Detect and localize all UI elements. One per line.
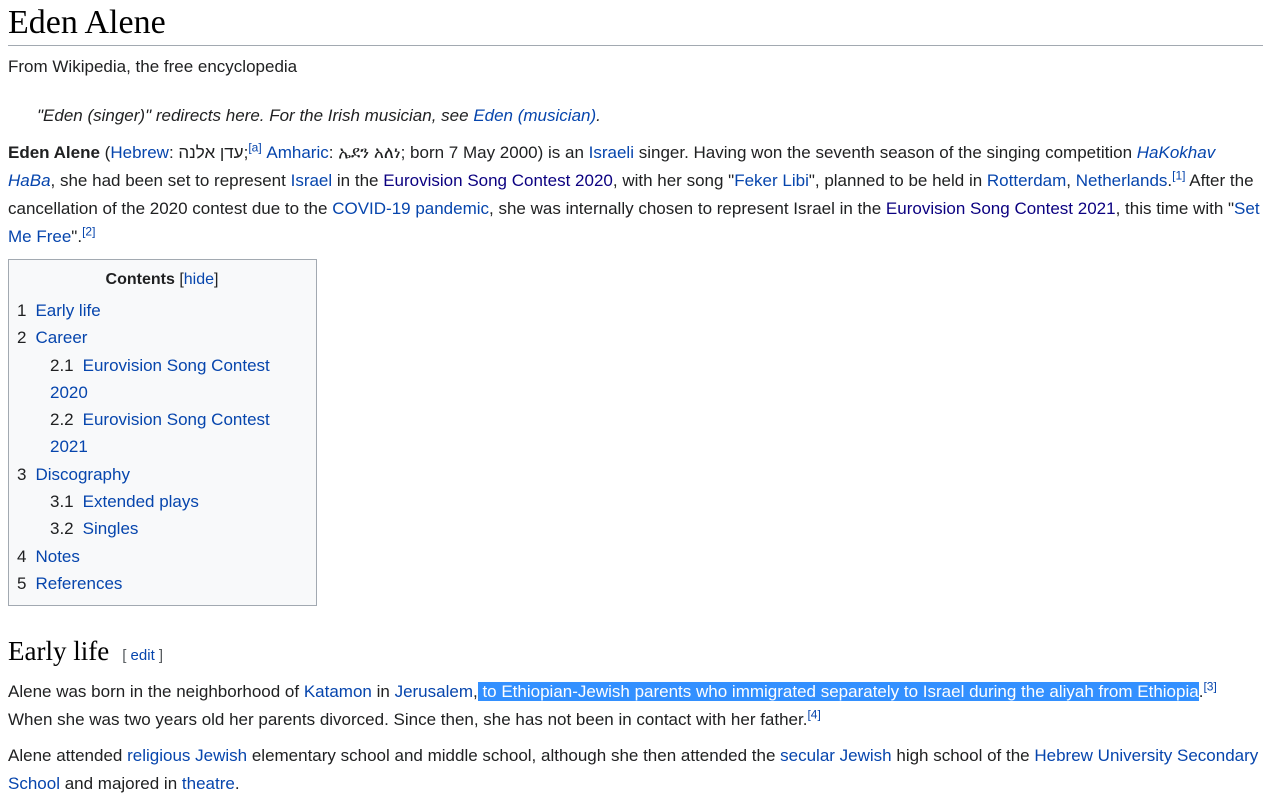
toc-number: 5 xyxy=(17,573,27,593)
toc-label: References xyxy=(35,573,123,593)
toc-item-notes[interactable]: 4 Notes xyxy=(17,543,307,570)
ref-2-link[interactable]: [2] xyxy=(82,224,95,238)
link-netherlands[interactable]: Netherlands xyxy=(1076,171,1168,190)
lead-text: in the xyxy=(332,171,384,190)
toc-number: 2.1 xyxy=(50,355,74,375)
paragraph-text: , xyxy=(472,682,478,702)
link-katamon[interactable]: Katamon xyxy=(304,682,372,701)
toc-list: 1 Early life 2 Career 2.1 Eurovision Song C… xyxy=(17,297,307,597)
toc-label: Eurovision Song Contest 2020 xyxy=(50,355,270,402)
table-of-contents: Contents [hide] 1 Early life 2 Career 2.1 E… xyxy=(8,259,317,607)
link-eurovision-2021[interactable]: Eurovision Song Contest 2021 xyxy=(886,199,1116,218)
toc-header: Contents [hide] xyxy=(17,268,307,292)
toc-item-early-life[interactable]: 1 Early life xyxy=(17,297,307,324)
lead-text: : עדן אלנה; xyxy=(168,143,249,162)
toc-number: 3.1 xyxy=(50,492,74,512)
toc-hide-toggle: [hide] xyxy=(179,271,218,288)
link-religious-jewish[interactable]: religious Jewish xyxy=(127,746,247,765)
toc-label: Early life xyxy=(35,301,101,320)
toc-number: 4 xyxy=(17,546,27,566)
section-heading-early-life: Early life [ edit ] xyxy=(8,633,1263,678)
toc-label: Extended plays xyxy=(82,492,199,512)
lead-text: , xyxy=(1066,171,1076,190)
lead-text: ( xyxy=(99,143,111,162)
link-jerusalem[interactable]: Jerusalem xyxy=(395,682,473,701)
page-title: Eden Alene xyxy=(8,0,1263,46)
toc-item-references[interactable]: 5 References xyxy=(17,570,307,597)
toc-item-discography[interactable]: 3 Discography xyxy=(17,461,307,488)
toc-label: Notes xyxy=(35,546,80,566)
edit-bracket: [ xyxy=(122,647,131,665)
toc-number: 3.2 xyxy=(50,519,74,539)
edit-section-button[interactable]: edit xyxy=(131,647,155,664)
paragraph-text: high school of the xyxy=(891,746,1035,766)
lead-text: , she was internally chosen to represent… xyxy=(489,199,886,218)
toc-number: 3 xyxy=(17,464,27,484)
link-eurovision-2020[interactable]: Eurovision Song Contest 2020 xyxy=(383,171,613,190)
paragraph-text: . xyxy=(234,774,240,794)
paragraph-text: in xyxy=(371,682,395,702)
edit-bracket: ] xyxy=(154,647,164,665)
selected-text-highlight: to Ethiopian-Jewish parents who immigrat… xyxy=(477,682,1199,702)
hatnote-end: . xyxy=(596,106,601,125)
link-israel[interactable]: Israel xyxy=(291,171,333,190)
hatnote-text: "Eden (singer)" redirects here. For the … xyxy=(37,106,474,125)
toc-label: Eurovision Song Contest 2021 xyxy=(50,410,270,457)
paragraph-text: and majored in xyxy=(59,774,182,794)
toc-number: 2 xyxy=(17,328,27,348)
section-heading-text: Early life xyxy=(8,636,110,667)
early-life-paragraph-2: Alene attended religious Jewish elementa… xyxy=(8,742,1263,798)
ref-1-link[interactable]: [1] xyxy=(1172,168,1185,182)
toc-number: 1 xyxy=(17,301,27,320)
ref-3-link[interactable]: [3] xyxy=(1203,680,1216,694)
paragraph-text: When she was two years old her parents d… xyxy=(8,710,808,730)
ref-4-link[interactable]: [4] xyxy=(807,708,820,722)
link-theatre[interactable]: theatre xyxy=(182,774,235,793)
edit-section-control: [ edit ] xyxy=(122,647,163,664)
lead-text: , with her song " xyxy=(612,171,735,190)
link-covid-19-pandemic[interactable]: COVID-19 pandemic xyxy=(332,199,489,218)
toc-item-eurovision-2020[interactable]: 2.1 Eurovision Song Contest 2020 xyxy=(17,352,307,407)
lead-paragraph: Eden Alene (Hebrew: עדן אלנה;[a] Amharic… xyxy=(8,139,1263,251)
link-israeli[interactable]: Israeli xyxy=(589,143,634,162)
lead-text: ". xyxy=(71,227,83,246)
toc-label: Singles xyxy=(82,519,139,539)
toc-item-career[interactable]: 2 Career xyxy=(17,324,307,351)
site-tagline: From Wikipedia, the free encyclopedia xyxy=(8,57,298,76)
paragraph-text: Alene was born in the neighborhood of xyxy=(8,682,304,702)
lead-text: : ኤደን አለነ; born 7 May 2000) is an xyxy=(328,143,589,162)
link-rotterdam[interactable]: Rotterdam xyxy=(987,171,1066,190)
link-amharic[interactable]: Amharic xyxy=(266,143,328,162)
toc-title: Contents xyxy=(105,271,175,288)
lead-text: ", planned to be held in xyxy=(808,171,987,190)
paragraph-text: elementary school and middle school, alt… xyxy=(247,746,781,766)
toc-number: 2.2 xyxy=(50,410,74,430)
article-subject-name: Eden Alene xyxy=(8,143,100,162)
link-hebrew[interactable]: Hebrew xyxy=(110,143,169,162)
lead-text: , she had been set to represent xyxy=(50,171,291,190)
toc-item-eurovision-2021[interactable]: 2.2 Eurovision Song Contest 2021 xyxy=(17,406,307,461)
paragraph-text: Alene attended xyxy=(8,746,128,766)
note-a-link[interactable]: [a] xyxy=(248,140,261,154)
toc-label: Career xyxy=(35,328,88,348)
toc-bracket: ] xyxy=(214,271,219,288)
early-life-paragraph-1: Alene was born in the neighborhood of Ka… xyxy=(8,678,1263,734)
toc-hide-button[interactable]: hide xyxy=(184,271,214,288)
lead-text: singer. Having won the seventh season of… xyxy=(634,143,1137,162)
link-feker-libi[interactable]: Feker Libi xyxy=(734,171,809,190)
article: Eden Alene From Wikipedia, the free ency… xyxy=(0,0,1271,798)
toc-item-extended-plays[interactable]: 3.1 Extended plays xyxy=(17,488,307,515)
toc-label: Discography xyxy=(35,464,130,484)
toc-item-singles[interactable]: 3.2 Singles xyxy=(17,515,307,542)
hatnote: "Eden (singer)" redirects here. For the … xyxy=(37,103,1263,129)
lead-text: , this time with " xyxy=(1115,199,1235,218)
link-secular-jewish[interactable]: secular Jewish xyxy=(780,746,892,765)
hatnote-link-eden-musician[interactable]: Eden (musician) xyxy=(473,106,596,125)
